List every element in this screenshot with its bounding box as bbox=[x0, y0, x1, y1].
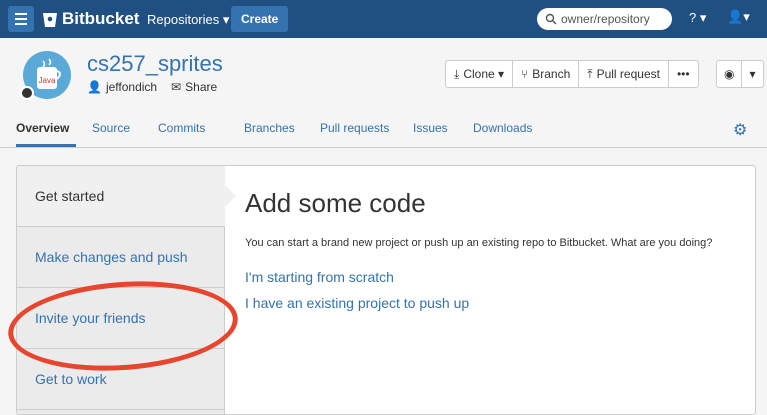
share-link[interactable]: ✉ Share bbox=[171, 80, 217, 94]
watch-dropdown-button[interactable]: ▾ bbox=[741, 60, 764, 88]
main-content: Add some code You can start a brand new … bbox=[245, 188, 712, 311]
lock-icon bbox=[20, 86, 34, 100]
clone-label: Clone ▾ bbox=[463, 67, 505, 81]
tab-source[interactable]: Source bbox=[92, 121, 130, 135]
gear-icon[interactable]: ⚙ bbox=[733, 120, 747, 140]
page-title: Add some code bbox=[245, 188, 426, 218]
brand-text: Bitbucket bbox=[62, 9, 140, 28]
user-menu[interactable]: 👤▾ bbox=[727, 9, 750, 25]
sidebar-item-make-changes[interactable]: Make changes and push bbox=[17, 227, 225, 288]
pull-request-button[interactable]: ⤒ Pull request bbox=[578, 60, 669, 88]
clone-button[interactable]: ⤓ Clone ▾ bbox=[445, 60, 514, 88]
tab-branches[interactable]: Branches bbox=[244, 121, 295, 135]
user-caret: ▾ bbox=[743, 9, 750, 24]
active-tab-indicator bbox=[16, 144, 76, 147]
search-icon bbox=[545, 13, 557, 25]
bitbucket-logo[interactable]: Bitbucket bbox=[42, 9, 139, 29]
search-input[interactable]: owner/repository bbox=[537, 8, 672, 30]
sidebar-item-get-started[interactable]: Get started bbox=[17, 166, 225, 227]
owner-name: jeffondich bbox=[105, 80, 158, 94]
bucket-icon bbox=[43, 12, 57, 27]
owner-link[interactable]: 👤 jeffondich bbox=[87, 80, 157, 94]
menu-icon[interactable] bbox=[8, 6, 34, 32]
branch-icon: ⑂ bbox=[521, 67, 529, 81]
share-label: Share bbox=[185, 80, 218, 94]
envelope-icon: ✉ bbox=[171, 80, 182, 94]
create-button[interactable]: Create bbox=[231, 6, 289, 32]
eye-icon: ◉ bbox=[724, 67, 735, 81]
more-actions-button[interactable]: ••• bbox=[667, 60, 699, 88]
repo-name[interactable]: cs257_sprites bbox=[87, 51, 223, 77]
page-description: You can start a brand new project or pus… bbox=[245, 237, 713, 249]
branch-button[interactable]: ⑂ Branch bbox=[512, 60, 580, 88]
tab-overview[interactable]: Overview bbox=[16, 121, 69, 135]
sidebar-item-label: Make changes and push bbox=[35, 249, 188, 265]
download-icon: ⤓ bbox=[454, 66, 460, 81]
repositories-menu[interactable]: Repositories ▾ bbox=[147, 12, 229, 28]
watch-button[interactable]: ◉ bbox=[716, 60, 743, 88]
start-from-scratch-link[interactable]: I'm starting from scratch bbox=[245, 269, 712, 285]
help-icon: ? ▾ bbox=[689, 10, 707, 25]
help-menu[interactable]: ? ▾ bbox=[689, 10, 706, 26]
tab-downloads[interactable]: Downloads bbox=[473, 121, 532, 135]
repo-header: Java cs257_sprites 👤 jeffondich ✉ Share … bbox=[0, 38, 767, 110]
tab-commits[interactable]: Commits bbox=[158, 121, 205, 135]
user-icon: 👤 bbox=[87, 80, 102, 94]
avatar-label: Java bbox=[39, 76, 56, 85]
existing-project-link[interactable]: I have an existing project to push up bbox=[245, 295, 712, 311]
branch-label: Branch bbox=[532, 67, 571, 81]
tab-issues[interactable]: Issues bbox=[413, 121, 448, 135]
user-icon: 👤 bbox=[727, 9, 744, 24]
active-item-arrow bbox=[224, 184, 236, 208]
tab-pull-requests[interactable]: Pull requests bbox=[320, 121, 389, 135]
top-navbar: Bitbucket Repositories ▾ Create owner/re… bbox=[0, 0, 767, 38]
upload-icon: ⤒ bbox=[587, 66, 593, 81]
repo-tabs: Overview Source Commits Branches Pull re… bbox=[0, 110, 767, 148]
search-placeholder: owner/repository bbox=[561, 12, 650, 26]
sidebar-item-label: Get to work bbox=[35, 371, 107, 387]
pull-request-label: Pull request bbox=[596, 67, 660, 81]
sidebar-item-label: Get started bbox=[35, 188, 105, 204]
